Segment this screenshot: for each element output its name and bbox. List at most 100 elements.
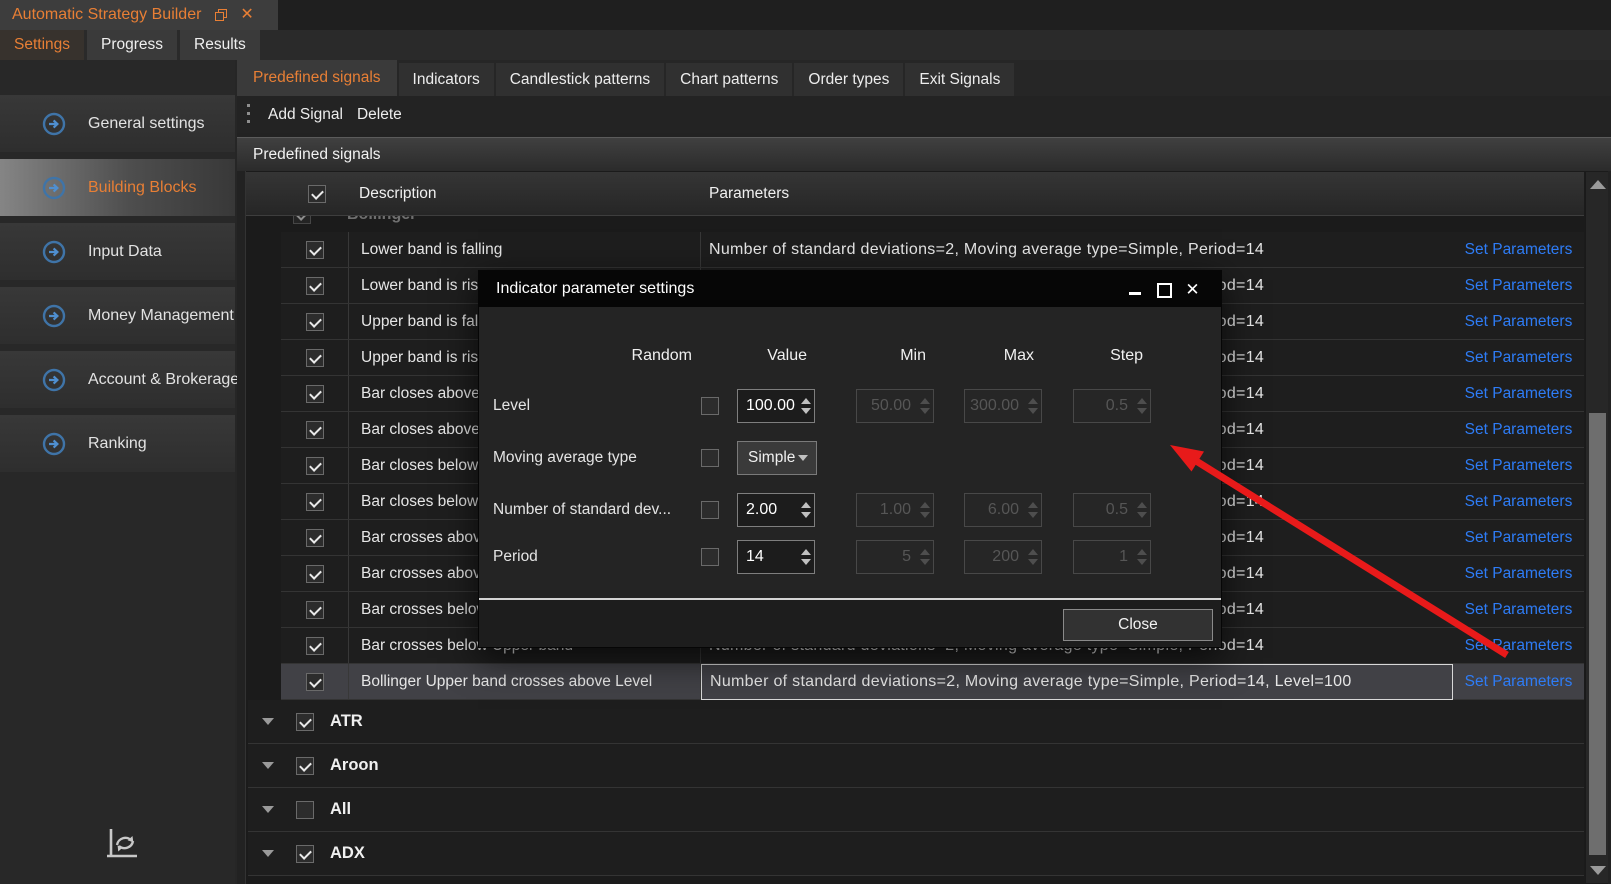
vertical-scrollbar[interactable] xyxy=(1585,172,1608,883)
secondary-tab-bar: Predefined signals Indicators Candlestic… xyxy=(237,60,1611,96)
dialog-title: Indicator parameter settings xyxy=(496,280,694,298)
close-button[interactable]: Close xyxy=(1063,609,1213,641)
set-parameters-link[interactable]: Set Parameters xyxy=(1465,241,1573,259)
random-checkbox[interactable] xyxy=(701,501,719,519)
tab-label: Order types xyxy=(808,71,889,89)
row-checkbox[interactable] xyxy=(306,241,324,259)
sidebar-item-account-brokerage[interactable]: Account & Brokerage xyxy=(0,351,235,408)
minimize-icon[interactable] xyxy=(1128,282,1143,297)
row-checkbox[interactable] xyxy=(306,673,324,691)
column-description: Description xyxy=(359,172,437,216)
tab-exit-signals[interactable]: Exit Signals xyxy=(905,63,1014,96)
group-row-all[interactable]: All xyxy=(248,788,1584,832)
table-row[interactable]: Lower band is falling Number of standard… xyxy=(281,232,1584,268)
row-checkbox[interactable] xyxy=(306,277,324,295)
group-checkbox[interactable] xyxy=(296,801,314,819)
set-parameters-link[interactable]: Set Parameters xyxy=(1465,493,1573,511)
row-checkbox[interactable] xyxy=(306,493,324,511)
group-checkbox[interactable] xyxy=(296,757,314,775)
sidebar-item-input-data[interactable]: Input Data xyxy=(0,223,235,280)
dialog-titlebar[interactable]: Indicator parameter settings ✕ xyxy=(479,271,1221,307)
collapse-icon[interactable] xyxy=(262,718,274,725)
group-checkbox[interactable] xyxy=(293,216,311,224)
table-header: Description Parameters xyxy=(246,172,1584,216)
row-checkbox[interactable] xyxy=(306,421,324,439)
collapse-icon[interactable] xyxy=(262,806,274,813)
tab-predefined-signals[interactable]: Predefined signals xyxy=(237,60,397,96)
row-checkbox[interactable] xyxy=(306,313,324,331)
delete-button[interactable]: Delete xyxy=(357,106,402,124)
random-checkbox[interactable] xyxy=(701,449,719,467)
set-parameters-link[interactable]: Set Parameters xyxy=(1465,565,1573,583)
group-checkbox[interactable] xyxy=(296,713,314,731)
set-parameters-link[interactable]: Set Parameters xyxy=(1465,673,1573,691)
spinner-arrows-icon[interactable] xyxy=(798,541,814,573)
group-row-atr[interactable]: ATR xyxy=(248,700,1584,744)
scroll-down-icon[interactable] xyxy=(1590,866,1606,875)
row-checkbox[interactable] xyxy=(306,385,324,403)
set-parameters-link[interactable]: Set Parameters xyxy=(1465,637,1573,655)
restore-window-icon[interactable] xyxy=(215,9,228,22)
group-row-adx[interactable]: ADX xyxy=(248,832,1584,876)
tab-progress[interactable]: Progress xyxy=(87,30,177,60)
row-checkbox[interactable] xyxy=(306,565,324,583)
set-parameters-link[interactable]: Set Parameters xyxy=(1465,349,1573,367)
row-checkbox[interactable] xyxy=(306,457,324,475)
param-label-period: Period xyxy=(493,540,698,574)
table-row-selected[interactable]: Bollinger Upper band crosses above Level… xyxy=(281,664,1584,700)
collapse-icon[interactable] xyxy=(262,850,274,857)
value-spinner[interactable]: 14 xyxy=(737,540,815,574)
sidebar-item-label: Money Management xyxy=(88,307,234,325)
set-parameters-link[interactable]: Set Parameters xyxy=(1465,601,1573,619)
maximize-icon[interactable] xyxy=(1156,282,1171,297)
close-icon[interactable]: ✕ xyxy=(1184,282,1201,297)
row-checkbox[interactable] xyxy=(306,349,324,367)
random-checkbox[interactable] xyxy=(701,548,719,566)
scroll-up-icon[interactable] xyxy=(1590,180,1606,189)
sidebar-item-money-management[interactable]: Money Management xyxy=(0,287,235,344)
value-spinner[interactable]: 2.00 xyxy=(737,493,815,527)
tab-order-types[interactable]: Order types xyxy=(794,63,903,96)
row-checkbox[interactable] xyxy=(306,601,324,619)
tab-indicators[interactable]: Indicators xyxy=(399,63,494,96)
group-checkbox[interactable] xyxy=(296,845,314,863)
add-signal-button[interactable]: Add Signal xyxy=(268,106,343,124)
group-label: All xyxy=(330,800,351,819)
sidebar-item-label: Building Blocks xyxy=(88,179,197,197)
window-title-tab[interactable]: Automatic Strategy Builder ✕ xyxy=(0,0,278,30)
group-row-aroon[interactable]: Aroon xyxy=(248,744,1584,788)
param-label-level: Level xyxy=(493,389,698,423)
random-checkbox[interactable] xyxy=(701,397,719,415)
group-row-bollinger[interactable]: Bollinger xyxy=(246,216,1584,232)
tab-results[interactable]: Results xyxy=(180,30,260,60)
set-parameters-link[interactable]: Set Parameters xyxy=(1465,277,1573,295)
tab-label: Results xyxy=(194,36,246,54)
select-all-checkbox[interactable] xyxy=(308,185,326,203)
set-parameters-link[interactable]: Set Parameters xyxy=(1465,529,1573,547)
scrollbar-thumb[interactable] xyxy=(1589,413,1606,855)
tab-settings[interactable]: Settings xyxy=(0,30,84,60)
column-random: Random xyxy=(605,347,705,369)
chart-reset-icon[interactable] xyxy=(103,826,143,862)
min-spinner: 50.00 xyxy=(856,389,934,423)
sidebar-item-building-blocks[interactable]: Building Blocks xyxy=(0,159,235,216)
set-parameters-link[interactable]: Set Parameters xyxy=(1465,421,1573,439)
spinner-arrows-icon[interactable] xyxy=(798,390,814,422)
spinner-arrows-icon[interactable] xyxy=(798,494,814,526)
ma-type-dropdown[interactable]: Simple xyxy=(737,441,817,475)
tab-chart-patterns[interactable]: Chart patterns xyxy=(666,63,792,96)
set-parameters-link[interactable]: Set Parameters xyxy=(1465,385,1573,403)
row-checkbox[interactable] xyxy=(306,637,324,655)
tab-label: Candlestick patterns xyxy=(510,71,650,89)
spinner-arrows-icon xyxy=(1134,390,1150,422)
row-checkbox[interactable] xyxy=(306,529,324,547)
collapse-icon[interactable] xyxy=(262,762,274,769)
set-parameters-link[interactable]: Set Parameters xyxy=(1465,313,1573,331)
tab-candlestick-patterns[interactable]: Candlestick patterns xyxy=(496,63,664,96)
value-spinner[interactable]: 100.00 xyxy=(737,389,815,423)
set-parameters-link[interactable]: Set Parameters xyxy=(1465,457,1573,475)
sidebar-item-general-settings[interactable]: General settings xyxy=(0,95,235,152)
sidebar-item-ranking[interactable]: Ranking xyxy=(0,415,235,472)
toolbar-grip-icon[interactable] xyxy=(247,104,250,126)
window-close-icon[interactable]: ✕ xyxy=(240,0,253,30)
